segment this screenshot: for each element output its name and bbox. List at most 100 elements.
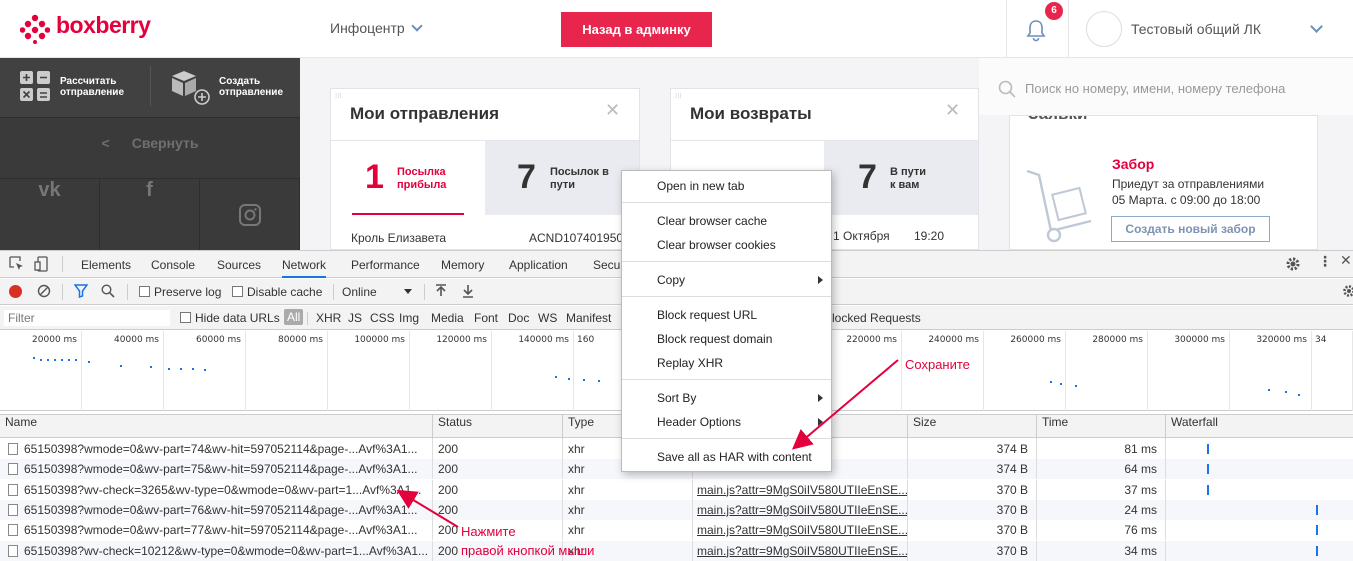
tab-sources[interactable]: Sources (217, 258, 261, 276)
timeline-dot (40, 359, 42, 361)
gear-icon[interactable] (1342, 284, 1353, 298)
collapse-sidebar-button[interactable]: <Свернуть (0, 119, 300, 177)
timeline-dot (1075, 385, 1077, 387)
avatar[interactable] (1086, 11, 1122, 47)
type-filter-js[interactable]: JS (348, 311, 362, 325)
timeline-dot (68, 359, 70, 361)
request-initiator-text: main.js?attr=9MgS0iIV580UTIIeEnSE... (697, 544, 908, 558)
close-icon[interactable]: ✕ (945, 100, 960, 121)
preserve-log-checkbox[interactable]: Preserve log (139, 285, 221, 299)
tab-performance[interactable]: Performance (351, 258, 420, 276)
boxberry-logo-icon[interactable] (20, 14, 50, 44)
tab-elements[interactable]: Elements (81, 258, 131, 276)
toolbar-divider (62, 284, 63, 300)
throttling-select[interactable]: Online (342, 285, 414, 299)
tab-console[interactable]: Console (151, 258, 195, 276)
infocenter-menu[interactable]: Инфоцентр (330, 20, 421, 36)
blocked-requests-label[interactable]: locked Requests (832, 311, 921, 325)
type-filter-media[interactable]: Media (431, 311, 464, 325)
table-row[interactable]: 65150398?wv-check=3265&wv-type=0&wmode=0… (0, 480, 1353, 500)
menu-item-clear-cookies[interactable]: Clear browser cookies (657, 238, 776, 252)
column-size[interactable]: Size (908, 415, 1037, 439)
device-toolbar-icon[interactable] (34, 256, 50, 272)
export-har-icon[interactable] (462, 284, 474, 298)
tracking-number[interactable]: ACND107401950 (529, 231, 621, 245)
request-initiator[interactable]: main.js?attr=9MgS0iIV580UTIIeEnSE... (693, 480, 908, 500)
checkbox-box (232, 286, 243, 297)
type-filter-img[interactable]: Img (399, 311, 419, 325)
account-name[interactable]: Тестовый общий ЛК (1131, 21, 1261, 37)
request-initiator[interactable]: main.js?attr=9MgS0iIV580UTIIeEnSE... (693, 541, 908, 561)
request-size-text: 374 B (997, 462, 1028, 476)
returns-label-line: к вам (890, 179, 926, 192)
search-input[interactable]: Поиск но номеру, имени, номеру телефона (1025, 81, 1285, 96)
import-har-icon[interactable] (435, 284, 447, 298)
type-filter-font[interactable]: Font (474, 311, 498, 325)
column-time[interactable]: Time (1037, 415, 1166, 439)
tab-secu[interactable]: Secu (593, 258, 620, 276)
calculate-shipment-button[interactable]: Рассчитатьотправление (60, 76, 124, 98)
type-filter-manifest[interactable]: Manifest (566, 311, 611, 325)
brand-logo-text[interactable]: boxberry (56, 12, 150, 39)
table-row[interactable]: 65150398?wmode=0&wv-part=76&wv-hit=59705… (0, 500, 1353, 520)
returns-label-line: В пути (890, 166, 926, 179)
type-filter-doc[interactable]: Doc (508, 311, 529, 325)
table-row[interactable]: 65150398?wmode=0&wv-part=77&wv-hit=59705… (0, 520, 1353, 540)
create-parcel-icon[interactable] (170, 69, 210, 105)
type-filter-ws[interactable]: WS (538, 311, 557, 325)
create-pickup-button[interactable]: Создать новый забор (1111, 216, 1270, 242)
record-icon[interactable] (9, 285, 22, 298)
type-filter-all[interactable]: All (284, 309, 303, 325)
menu-item-open-new-tab[interactable]: Open in new tab (657, 179, 744, 193)
request-initiator[interactable]: main.js?attr=9MgS0iIV580UTIIeEnSE... (693, 520, 908, 540)
type-filter-css[interactable]: CSS (370, 311, 395, 325)
clear-icon[interactable] (37, 284, 51, 298)
type-filter-xhr[interactable]: XHR (316, 311, 341, 325)
menu-item-sort-by[interactable]: Sort By (657, 391, 696, 405)
facebook-icon[interactable]: f (100, 178, 200, 250)
calculator-icon[interactable] (20, 71, 50, 101)
menu-item-replay-xhr[interactable]: Replay XHR (657, 356, 723, 370)
bell-icon[interactable] (1025, 18, 1047, 42)
arrived-label[interactable]: Посылкаприбыла (397, 166, 446, 192)
drag-handle-icon[interactable]: ⁞⁞⁞ (335, 92, 342, 100)
drag-handle-icon[interactable]: ⁞⁞⁞ (675, 92, 682, 100)
timeline-dot (75, 359, 77, 361)
returns-card-title: Мои возвраты (690, 104, 812, 124)
request-size-text: 370 B (997, 503, 1028, 517)
instagram-icon[interactable] (200, 178, 300, 250)
filter-input[interactable]: Filter (4, 310, 170, 326)
vk-icon[interactable]: vk (0, 178, 100, 250)
menu-item-copy[interactable]: Copy (657, 273, 685, 287)
menu-item-header-options[interactable]: Header Options (657, 415, 741, 429)
close-devtools-icon[interactable]: ✕ (1340, 253, 1352, 269)
waterfall-bar (1207, 485, 1209, 495)
request-status-text: 200 (438, 483, 458, 497)
preserve-log-label: Preserve log (154, 285, 221, 299)
disable-cache-checkbox[interactable]: Disable cache (232, 285, 322, 299)
menu-item-block-domain[interactable]: Block request domain (657, 332, 772, 346)
column-waterfall[interactable]: Waterfall (1166, 415, 1353, 439)
search-icon[interactable] (101, 284, 115, 298)
table-row[interactable]: 65150398?wv-check=10212&wv-type=0&wmode=… (0, 541, 1353, 561)
back-to-admin-button[interactable]: Назад в админку (561, 12, 712, 47)
tab-memory[interactable]: Memory (441, 258, 484, 276)
checkbox-box (180, 312, 191, 323)
menu-item-save-har[interactable]: Save all as HAR with content (657, 450, 812, 464)
menu-item-block-url[interactable]: Block request URL (657, 308, 757, 322)
create-shipment-button[interactable]: Создатьотправление (219, 76, 283, 98)
more-options-icon[interactable]: ⋮ (1318, 254, 1332, 270)
column-status[interactable]: Status (433, 415, 563, 439)
column-name[interactable]: Name (0, 415, 433, 439)
filter-icon[interactable] (74, 284, 88, 298)
pickup-heading: Забор (1112, 156, 1154, 172)
checkbox-box (139, 286, 150, 297)
close-icon[interactable]: ✕ (605, 100, 620, 121)
tab-network[interactable]: Network (282, 258, 326, 278)
request-initiator[interactable]: main.js?attr=9MgS0iIV580UTIIeEnSE... (693, 500, 908, 520)
hide-data-urls-checkbox[interactable]: Hide data URLs (180, 311, 280, 325)
gear-icon[interactable] (1285, 256, 1301, 272)
tab-application[interactable]: Application (509, 258, 568, 276)
menu-item-clear-cache[interactable]: Clear browser cache (657, 214, 767, 228)
inspect-element-icon[interactable] (9, 256, 25, 272)
